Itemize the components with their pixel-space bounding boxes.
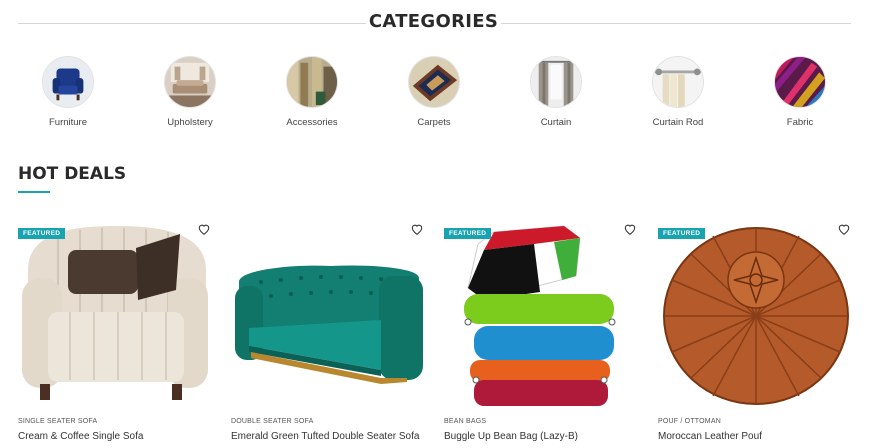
heart-icon[interactable] — [197, 222, 211, 236]
product-category[interactable]: DOUBLE SEATER SOFA — [231, 418, 313, 425]
curtain-rod-thumb-icon[interactable] — [652, 56, 704, 108]
product-category[interactable]: BEAN BAGS — [444, 418, 486, 425]
categories-title: CATEGORIES — [368, 11, 499, 32]
product-card[interactable]: DOUBLE SEATER SOFA Emerald Green Tufted … — [231, 220, 427, 448]
curtain-thumb-icon[interactable] — [530, 56, 582, 108]
category-label[interactable]: Curtain — [496, 117, 616, 128]
product-image[interactable] — [231, 220, 427, 410]
product-image[interactable] — [444, 220, 640, 410]
category-fabric[interactable]: Fabric — [740, 56, 860, 128]
product-name[interactable]: Buggle Up Bean Bag (Lazy-B) — [444, 431, 578, 442]
category-label[interactable]: Furniture — [8, 117, 128, 128]
category-upholstery[interactable]: Upholstery — [130, 56, 250, 128]
product-category[interactable]: POUF / OTTOMAN — [658, 418, 721, 425]
fabric-thumb-icon[interactable] — [774, 56, 826, 108]
heart-icon[interactable] — [837, 222, 851, 236]
product-image[interactable] — [18, 220, 214, 410]
category-carpets[interactable]: Carpets — [374, 56, 494, 128]
featured-badge: FEATURED — [18, 228, 66, 239]
heart-icon[interactable] — [623, 222, 637, 236]
hot-deals-title: HOT DEALS — [18, 164, 127, 184]
product-name[interactable]: Emerald Green Tufted Double Seater Sofa — [231, 431, 419, 442]
category-label[interactable]: Fabric — [740, 117, 860, 128]
category-furniture[interactable]: Furniture — [8, 56, 128, 128]
categories-header: CATEGORIES — [18, 10, 851, 36]
product-card[interactable]: FEATURED SINGLE SEATER SOFA Cream & Coff… — [18, 220, 214, 448]
category-label[interactable]: Curtain Rod — [618, 117, 738, 128]
product-name[interactable]: Cream & Coffee Single Sofa — [18, 431, 143, 442]
category-label[interactable]: Upholstery — [130, 117, 250, 128]
armchair-thumb-icon[interactable] — [42, 56, 94, 108]
category-curtain[interactable]: Curtain — [496, 56, 616, 128]
category-curtain-rod[interactable]: Curtain Rod — [618, 56, 738, 128]
heart-icon[interactable] — [410, 222, 424, 236]
featured-badge: FEATURED — [444, 228, 492, 239]
product-category[interactable]: SINGLE SEATER SOFA — [18, 418, 97, 425]
category-accessories[interactable]: Accessories — [252, 56, 372, 128]
category-label[interactable]: Accessories — [252, 117, 372, 128]
carpet-thumb-icon[interactable] — [408, 56, 460, 108]
product-card[interactable]: FEATURED POUF / OTTOMAN Moroccan Leather… — [658, 220, 854, 448]
title-underline — [18, 191, 50, 193]
divider-line — [501, 23, 851, 24]
featured-badge: FEATURED — [658, 228, 706, 239]
divider-line — [18, 23, 366, 24]
product-name[interactable]: Moroccan Leather Pouf — [658, 431, 762, 442]
accessories-thumb-icon[interactable] — [286, 56, 338, 108]
product-image[interactable] — [658, 220, 854, 410]
room-thumb-icon[interactable] — [164, 56, 216, 108]
product-card[interactable]: FEATURED BEAN BAGS Buggle Up Bean Bag (L… — [444, 220, 640, 448]
category-label[interactable]: Carpets — [374, 117, 494, 128]
